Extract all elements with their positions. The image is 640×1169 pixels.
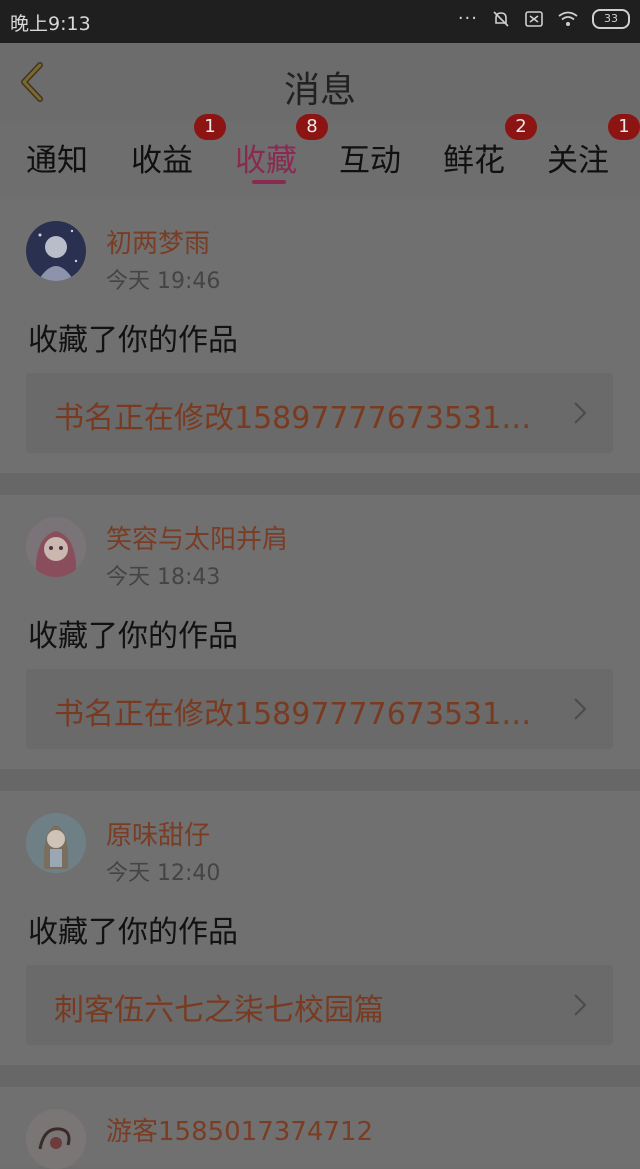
- tab-favorites-badge: 8: [296, 114, 328, 140]
- work-title: 书名正在修改15897777673531…: [54, 401, 532, 436]
- username[interactable]: 游客1585017374712: [106, 1111, 373, 1148]
- sim-off-icon: [525, 10, 543, 27]
- avatar[interactable]: [26, 517, 86, 577]
- avatar[interactable]: [26, 221, 86, 281]
- work-title: 书名正在修改15897777673531…: [54, 697, 532, 732]
- mute-bell-icon: [493, 10, 509, 27]
- tab-flowers-badge: 2: [505, 114, 537, 140]
- work-title: 刺客伍六七之柒七校园篇: [54, 993, 384, 1028]
- username[interactable]: 原味甜仔: [106, 815, 210, 852]
- tab-earnings[interactable]: 收益: [131, 135, 193, 180]
- tab-notifications[interactable]: 通知: [26, 135, 88, 180]
- timestamp: 今天 19:46: [106, 269, 221, 294]
- divider: [0, 1065, 640, 1087]
- divider: [0, 473, 640, 495]
- avatar[interactable]: [26, 813, 86, 873]
- message-card: 初两梦雨 今天 19:46 收藏了你的作品 书名正在修改158977776735…: [0, 199, 640, 473]
- tab-follows[interactable]: 关注: [547, 135, 609, 180]
- tab-flowers[interactable]: 鲜花: [443, 135, 505, 180]
- chevron-right-icon: [574, 402, 587, 424]
- wifi-icon: [558, 11, 578, 26]
- chevron-right-icon: [574, 994, 587, 1016]
- message-feed: 初两梦雨 今天 19:46 收藏了你的作品 书名正在修改158977776735…: [0, 199, 640, 1169]
- username[interactable]: 笑容与太阳并肩: [106, 519, 288, 556]
- status-icons: ··· 33: [458, 8, 630, 29]
- status-bar: 晚上9:13 ··· 33: [0, 0, 640, 43]
- work-link[interactable]: 书名正在修改15897777673531…: [26, 669, 613, 749]
- timestamp: 今天 12:40: [106, 861, 221, 886]
- username[interactable]: 初两梦雨: [106, 223, 210, 260]
- more-dots-icon: ···: [457, 8, 478, 29]
- tab-bar: 通知 收益 1 收藏 8 互动 鲜花 2 关注 1: [0, 114, 640, 199]
- action-text: 收藏了你的作品: [28, 915, 238, 950]
- tab-earnings-badge: 1: [194, 114, 226, 140]
- work-link[interactable]: 刺客伍六七之柒七校园篇: [26, 965, 613, 1045]
- action-text: 收藏了你的作品: [28, 323, 238, 358]
- message-card: 游客1585017374712: [0, 1087, 640, 1169]
- message-card: 原味甜仔 今天 12:40 收藏了你的作品 刺客伍六七之柒七校园篇: [0, 791, 640, 1065]
- action-text: 收藏了你的作品: [28, 619, 238, 654]
- divider: [0, 769, 640, 791]
- message-card: 笑容与太阳并肩 今天 18:43 收藏了你的作品 书名正在修改158977776…: [0, 495, 640, 769]
- avatar[interactable]: [26, 1109, 86, 1169]
- tab-interaction[interactable]: 互动: [339, 135, 401, 180]
- battery-icon: 33: [592, 8, 630, 29]
- tab-follows-badge: 1: [608, 114, 640, 140]
- timestamp: 今天 18:43: [106, 565, 221, 590]
- page-title: 消息: [283, 70, 356, 111]
- active-tab-indicator: [252, 180, 286, 184]
- status-time: 晚上9:13: [10, 13, 91, 35]
- chevron-right-icon: [574, 698, 587, 720]
- header: 消息: [0, 43, 640, 122]
- work-link[interactable]: 书名正在修改15897777673531…: [26, 373, 613, 453]
- tab-favorites[interactable]: 收藏: [235, 135, 297, 180]
